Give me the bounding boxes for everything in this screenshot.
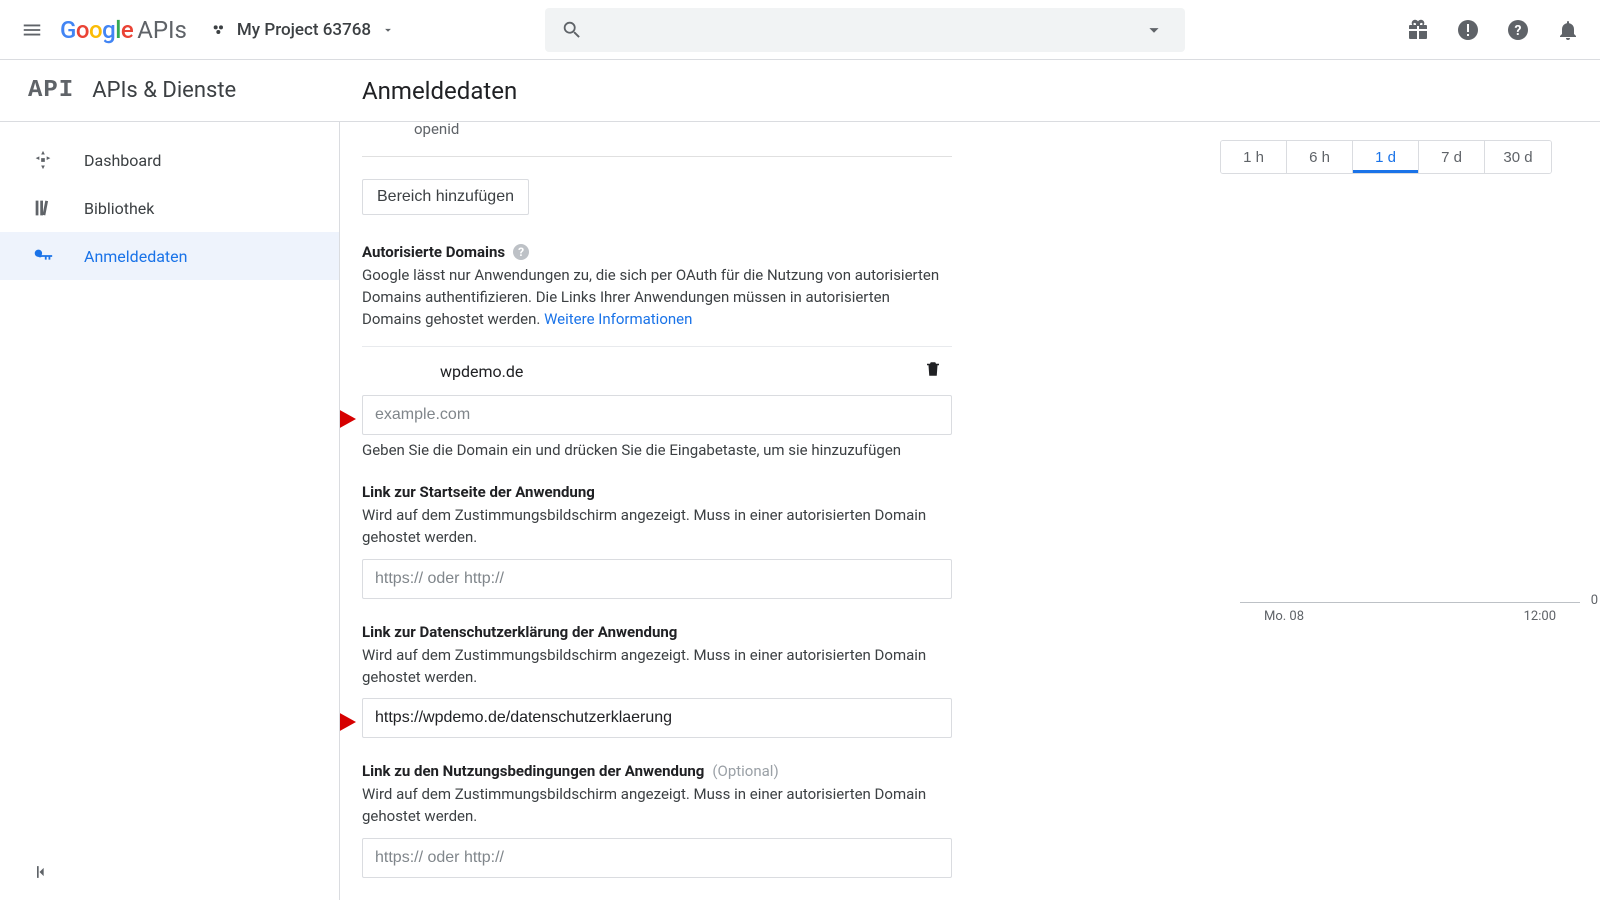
project-name: My Project 63768 bbox=[237, 20, 371, 40]
terms-link-input[interactable] bbox=[362, 838, 952, 878]
sidebar: Dashboard Bibliothek Anmeldedaten bbox=[0, 122, 340, 900]
callout-6: 6 bbox=[340, 700, 356, 744]
help-icon[interactable]: ? bbox=[1506, 18, 1530, 42]
sidebar-item-label: Bibliothek bbox=[84, 199, 154, 218]
project-icon bbox=[211, 22, 227, 38]
main-content: openid Bereich hinzufügen Autorisierte D… bbox=[340, 122, 1600, 900]
authorized-domains-block: Autorisierte Domains ? Google lässt nur … bbox=[362, 243, 952, 459]
terms-link-block: Link zu den Nutzungsbedingungen der Anwe… bbox=[362, 762, 952, 878]
sidebar-item-credentials[interactable]: Anmeldedaten bbox=[0, 232, 339, 280]
scope-openid: openid bbox=[362, 122, 952, 157]
notifications-icon[interactable] bbox=[1556, 18, 1580, 42]
home-link-block: Link zur Startseite der Anwendung Wird a… bbox=[362, 483, 952, 599]
search-box[interactable] bbox=[545, 8, 1185, 52]
sidebar-item-dashboard[interactable]: Dashboard bbox=[0, 136, 339, 184]
domain-input-hint: Geben Sie die Domain ein und drücken Sie… bbox=[362, 441, 952, 459]
callout-5: 5 bbox=[340, 397, 356, 441]
help-icon[interactable]: ? bbox=[513, 244, 529, 260]
menu-icon[interactable] bbox=[12, 10, 52, 50]
terms-link-label: Link zu den Nutzungsbedingungen der Anwe… bbox=[362, 762, 704, 780]
gift-icon[interactable] bbox=[1406, 18, 1430, 42]
chart-axis: 0 Mo. 08 12:00 bbox=[1240, 602, 1580, 624]
authorized-domains-label: Autorisierte Domains bbox=[362, 243, 505, 261]
terms-optional: (Optional) bbox=[712, 762, 778, 780]
range-1h[interactable]: 1 h bbox=[1221, 141, 1287, 173]
search-caret-icon[interactable] bbox=[1143, 19, 1165, 41]
range-6h[interactable]: 6 h bbox=[1287, 141, 1353, 173]
privacy-link-help: Wird auf dem Zustimmungsbildschirm angez… bbox=[362, 645, 952, 689]
delete-domain-icon[interactable] bbox=[924, 359, 942, 383]
api-logo: API bbox=[28, 77, 74, 104]
domain-row: wpdemo.de bbox=[362, 346, 952, 395]
top-app-bar: Google APIs My Project 63768 ? bbox=[0, 0, 1600, 60]
home-link-help: Wird auf dem Zustimmungsbildschirm angez… bbox=[362, 505, 952, 549]
key-icon bbox=[32, 245, 54, 267]
privacy-link-label: Link zur Datenschutzerklärung der Anwend… bbox=[362, 623, 677, 641]
library-icon bbox=[32, 197, 54, 219]
search-icon bbox=[561, 19, 583, 41]
search-input[interactable] bbox=[597, 21, 1169, 39]
more-info-link[interactable]: Weitere Informationen bbox=[544, 310, 692, 328]
axis-label-left: Mo. 08 bbox=[1264, 609, 1304, 624]
add-scope-button[interactable]: Bereich hinzufügen bbox=[362, 179, 529, 215]
dashboard-icon bbox=[32, 149, 54, 171]
toolbar-icons: ? bbox=[1406, 18, 1588, 42]
domain-input[interactable] bbox=[362, 395, 952, 435]
caret-down-icon bbox=[381, 23, 395, 37]
page-title: Anmeldedaten bbox=[362, 77, 517, 105]
domain-value: wpdemo.de bbox=[440, 362, 523, 381]
axis-label-right: 12:00 bbox=[1524, 609, 1556, 624]
sidebar-item-library[interactable]: Bibliothek bbox=[0, 184, 339, 232]
time-range-panel: 1 h 6 h 1 d 7 d 30 d bbox=[1182, 140, 1552, 174]
sidebar-item-label: Dashboard bbox=[84, 151, 161, 170]
project-picker[interactable]: My Project 63768 bbox=[201, 10, 405, 50]
authorized-domains-help: Google lässt nur Anwendungen zu, die sic… bbox=[362, 265, 952, 330]
range-1d[interactable]: 1 d bbox=[1353, 141, 1419, 173]
sidebar-item-label: Anmeldedaten bbox=[84, 247, 187, 266]
brand-suffix: APIs bbox=[137, 16, 187, 44]
alert-icon[interactable] bbox=[1456, 18, 1480, 42]
privacy-link-input[interactable] bbox=[362, 698, 952, 738]
time-range-group: 1 h 6 h 1 d 7 d 30 d bbox=[1220, 140, 1552, 174]
home-link-label: Link zur Startseite der Anwendung bbox=[362, 483, 595, 501]
range-30d[interactable]: 30 d bbox=[1485, 141, 1551, 173]
privacy-link-block: Link zur Datenschutzerklärung der Anwend… bbox=[362, 623, 952, 739]
terms-link-help: Wird auf dem Zustimmungsbildschirm angez… bbox=[362, 784, 952, 828]
range-7d[interactable]: 7 d bbox=[1419, 141, 1485, 173]
axis-zero-label: 0 bbox=[1591, 593, 1598, 608]
collapse-sidebar-icon[interactable] bbox=[32, 862, 52, 886]
section-header: API APIs & Dienste Anmeldedaten bbox=[0, 60, 1600, 122]
svg-text:?: ? bbox=[1515, 23, 1522, 39]
home-link-input[interactable] bbox=[362, 559, 952, 599]
brand-logo[interactable]: Google APIs bbox=[60, 16, 187, 44]
section-title: APIs & Dienste bbox=[92, 78, 236, 103]
